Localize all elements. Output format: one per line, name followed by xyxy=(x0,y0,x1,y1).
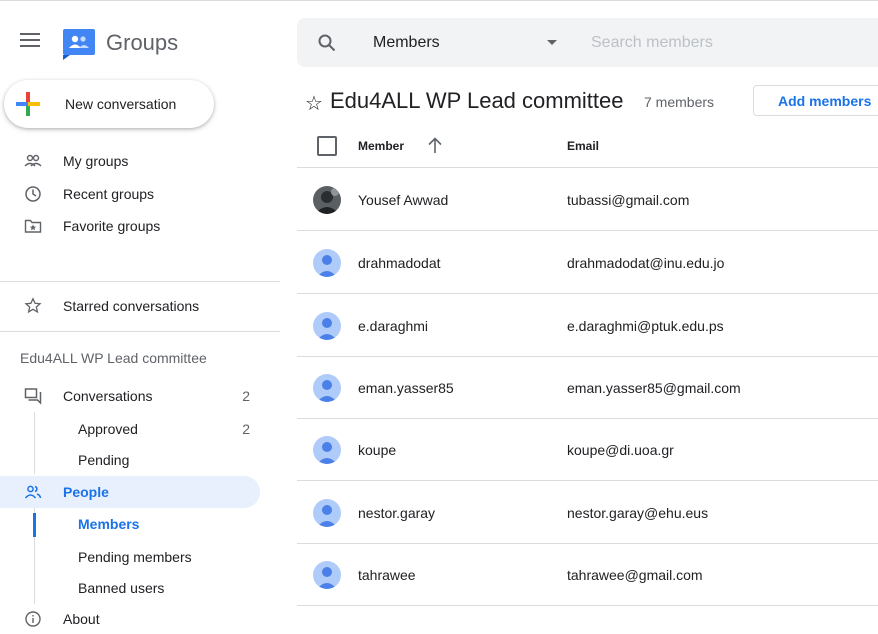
member-email: nestor.garay@ehu.eus xyxy=(567,505,709,521)
page-title: Edu4ALL WP Lead committee xyxy=(330,88,624,113)
avatar xyxy=(313,249,341,277)
sidebar-item-pending-members[interactable]: Pending members xyxy=(0,543,260,571)
table-header: Member Email xyxy=(297,126,878,168)
avatar xyxy=(313,312,341,340)
new-conversation-label: New conversation xyxy=(65,96,177,112)
groups-logo-icon xyxy=(63,29,95,60)
star-folder-icon xyxy=(24,219,42,233)
sidebar-item-label: Starred conversations xyxy=(63,298,200,314)
sidebar-item-label: My groups xyxy=(63,153,129,169)
search-scope-select[interactable]: Members xyxy=(373,34,440,52)
app-title: Groups xyxy=(106,30,179,55)
table-row[interactable]: tahrawee tahrawee@gmail.com xyxy=(297,543,878,606)
search-icon[interactable] xyxy=(317,33,337,53)
people-icon xyxy=(24,485,42,499)
sort-ascending-icon[interactable] xyxy=(427,136,443,154)
member-name: Yousef Awwad xyxy=(358,192,449,208)
info-icon xyxy=(25,611,41,627)
avatar xyxy=(313,499,341,527)
column-header-email: Email xyxy=(567,139,600,153)
member-email: tahrawee@gmail.com xyxy=(567,567,703,583)
select-all-checkbox[interactable] xyxy=(317,136,337,156)
sidebar-divider xyxy=(0,331,280,332)
member-email: e.daraghmi@ptuk.edu.ps xyxy=(567,318,724,334)
member-name: koupe xyxy=(358,442,397,458)
clock-icon xyxy=(25,186,41,202)
search-input[interactable] xyxy=(591,31,861,55)
search-bar: Members xyxy=(297,18,878,67)
column-header-member[interactable]: Member xyxy=(358,139,404,153)
member-name: e.daraghmi xyxy=(358,318,429,334)
avatar xyxy=(313,436,341,464)
table-row[interactable]: drahmadodat drahmadodat@inu.edu.jo xyxy=(297,231,878,294)
sidebar-item-starred-conversations[interactable]: Starred conversations xyxy=(0,291,260,321)
sidebar-item-conversations[interactable]: Conversations 2 xyxy=(0,381,260,411)
sidebar-item-people[interactable]: People xyxy=(0,476,260,508)
add-members-button[interactable]: Add members xyxy=(753,85,878,116)
sidebar-item-label: People xyxy=(63,484,109,500)
sidebar-divider xyxy=(0,281,280,282)
member-email: koupe@di.uoa.gr xyxy=(567,442,674,458)
avatar xyxy=(313,186,341,214)
sidebar-item-recent-groups[interactable]: Recent groups xyxy=(0,179,260,209)
sidebar-item-label: Members xyxy=(78,516,140,532)
member-name: drahmadodat xyxy=(358,255,441,271)
sidebar-item-favorite-groups[interactable]: Favorite groups xyxy=(0,211,260,241)
sidebar-item-approved[interactable]: Approved 2 xyxy=(0,415,260,443)
table-row[interactable]: nestor.garay nestor.garay@ehu.eus xyxy=(297,481,878,544)
member-email: eman.yasser85@gmail.com xyxy=(567,380,741,396)
member-name: tahrawee xyxy=(358,567,416,583)
conversations-count: 2 xyxy=(242,388,250,404)
star-outline-icon xyxy=(24,297,42,314)
table-row[interactable]: koupe koupe@di.uoa.gr xyxy=(297,418,878,481)
plus-icon xyxy=(16,92,40,116)
member-email: drahmadodat@inu.edu.jo xyxy=(567,255,725,271)
sidebar-item-label: Recent groups xyxy=(63,186,155,202)
member-count: 7 members xyxy=(644,94,715,110)
sidebar-item-label: Pending xyxy=(78,452,130,468)
sidebar-item-my-groups[interactable]: My groups xyxy=(0,146,260,176)
member-name: eman.yasser85 xyxy=(358,380,454,396)
sidebar-item-label: Approved xyxy=(78,421,138,437)
main-menu-icon[interactable] xyxy=(20,33,40,49)
sidebar-item-label: Favorite groups xyxy=(63,218,161,234)
table-row[interactable]: e.daraghmi e.daraghmi@ptuk.edu.ps xyxy=(297,294,878,357)
sidebar-item-banned-users[interactable]: Banned users xyxy=(0,574,260,602)
sidebar-item-members[interactable]: Members xyxy=(0,510,260,538)
sidebar-item-pending[interactable]: Pending xyxy=(0,446,260,474)
sidebar-item-label: Pending members xyxy=(78,549,192,565)
approved-count: 2 xyxy=(242,421,250,437)
table-row[interactable]: eman.yasser85 eman.yasser85@gmail.com xyxy=(297,356,878,419)
sidebar-item-label: About xyxy=(63,611,100,627)
avatar xyxy=(313,374,341,402)
avatar xyxy=(313,561,341,589)
people-outline-icon xyxy=(24,154,42,167)
sidebar-item-label: Conversations xyxy=(63,388,153,404)
table-row[interactable]: Yousef Awwad tubassi@gmail.com xyxy=(297,168,878,231)
sidebar-item-label: Banned users xyxy=(78,580,165,596)
star-group-button[interactable]: ☆ xyxy=(305,91,323,116)
member-email: tubassi@gmail.com xyxy=(567,192,690,208)
forum-icon xyxy=(24,388,42,405)
chevron-down-icon[interactable] xyxy=(547,40,557,45)
new-conversation-button[interactable]: New conversation xyxy=(4,80,214,128)
group-section-title: Edu4ALL WP Lead committee xyxy=(20,350,207,366)
member-name: nestor.garay xyxy=(358,505,436,521)
sidebar: Groups New conversation My groups Recent… xyxy=(0,0,280,630)
